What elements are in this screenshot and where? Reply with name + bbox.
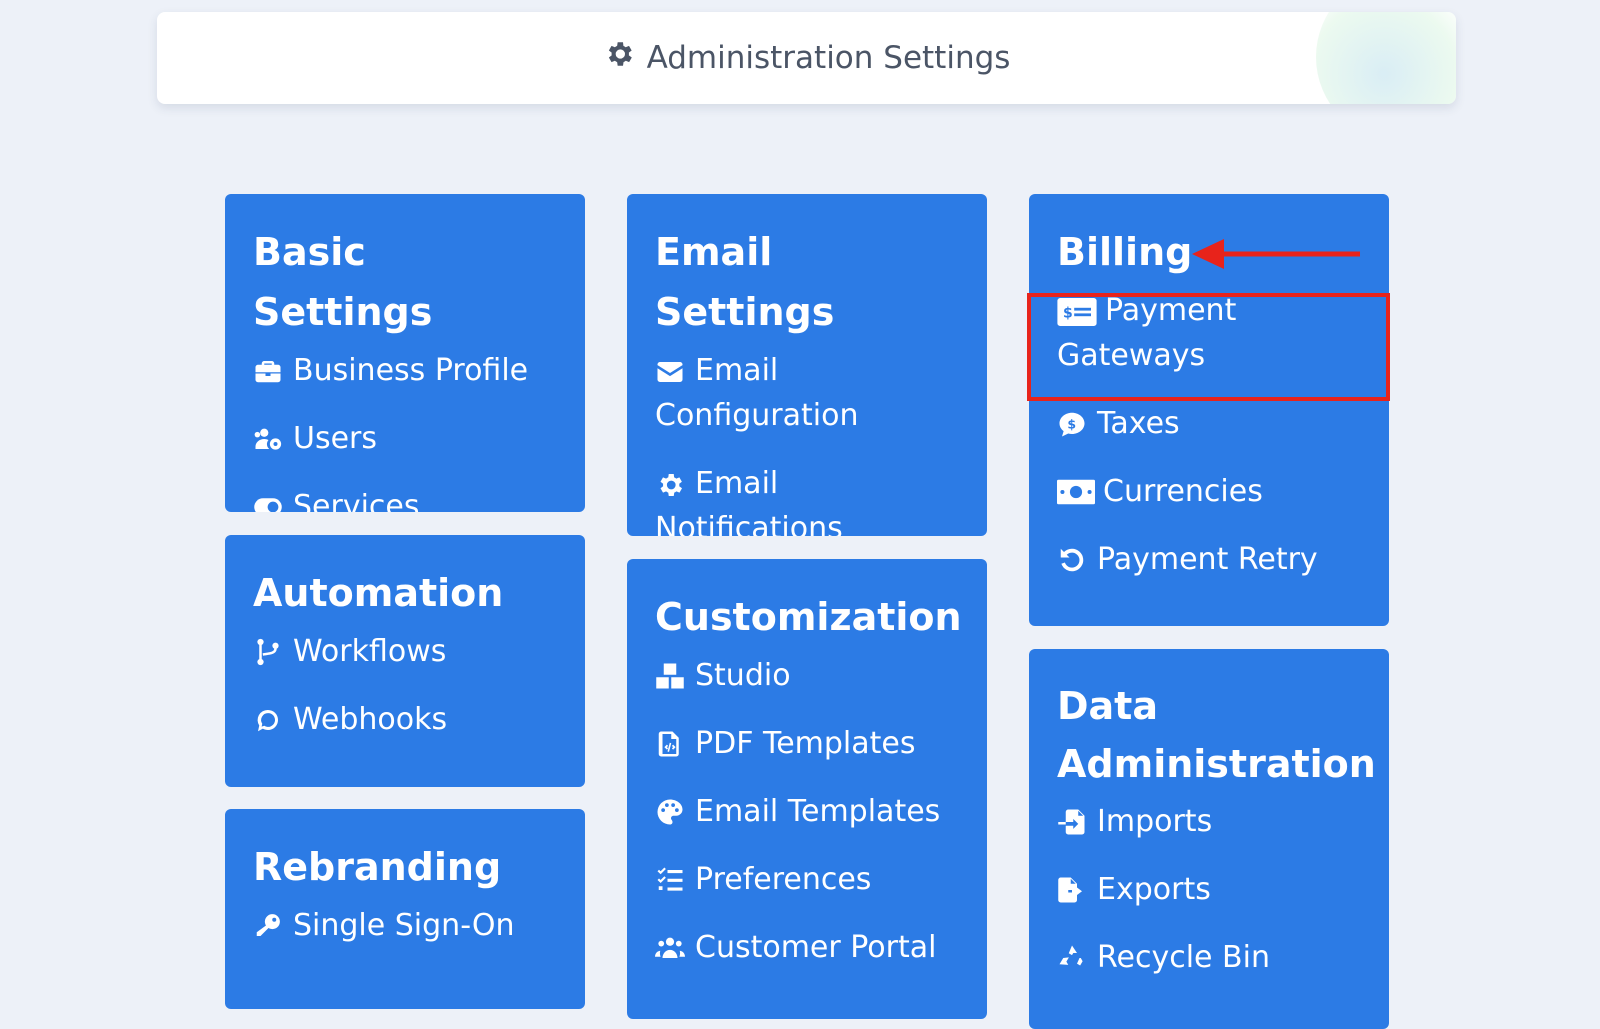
item-label: Recycle Bin (1097, 940, 1270, 975)
item-label: Webhooks (293, 702, 448, 737)
red-arrow-icon (1192, 239, 1360, 269)
svg-text:$: $ (1063, 305, 1073, 321)
email-notifications-link[interactable]: Email Notifications (655, 461, 959, 536)
envelope-icon (655, 357, 689, 387)
money-check-icon: $ (1057, 297, 1097, 326)
boxes-icon (655, 653, 689, 698)
card-title: Rebranding (253, 845, 502, 889)
users-link[interactable]: Users (253, 416, 557, 461)
card-title: Basic Settings (253, 230, 433, 334)
item-label: Users (293, 421, 378, 456)
palette-icon (655, 789, 689, 834)
item-label: Currencies (1103, 474, 1263, 509)
money-bill-icon (1057, 469, 1097, 514)
item-label: Email Templates (695, 794, 941, 829)
workflows-link[interactable]: Workflows (253, 629, 557, 674)
business-profile-link[interactable]: Business Profile (253, 348, 557, 393)
toggle-icon (253, 484, 287, 512)
item-label: Services (293, 489, 420, 512)
item-label: Studio (695, 658, 791, 693)
email-templates-link[interactable]: Email Templates (655, 789, 959, 834)
gear-icon (655, 470, 689, 500)
item-label: Preferences (695, 862, 872, 897)
item-label: Imports (1097, 804, 1213, 839)
key-icon (253, 903, 287, 948)
taxes-link[interactable]: $ Taxes (1057, 401, 1361, 446)
item-label: Business Profile (293, 353, 529, 388)
item-label: Payment Retry (1097, 542, 1318, 577)
item-label: Single Sign-On (293, 908, 515, 943)
services-link[interactable]: Services (253, 484, 557, 512)
page-title: Administration Settings (646, 40, 1011, 76)
exports-link[interactable]: Exports (1057, 867, 1361, 912)
file-import-icon (1057, 799, 1091, 844)
webhooks-link[interactable]: Webhooks (253, 697, 557, 742)
item-label: PDF Templates (695, 726, 916, 761)
item-label: Taxes (1097, 406, 1180, 441)
checklist-icon (655, 857, 689, 902)
single-sign-on-link[interactable]: Single Sign-On (253, 903, 557, 948)
studio-link[interactable]: Studio (655, 653, 959, 698)
card-title: Data Administration (1057, 684, 1376, 786)
svg-text:$: $ (1067, 416, 1076, 431)
basic-settings-card: Basic Settings Business Profile Users Se… (225, 194, 585, 512)
item-label: $ Payment Gateways (1057, 288, 1361, 378)
currencies-link[interactable]: Currencies (1057, 469, 1361, 514)
briefcase-icon (253, 348, 287, 393)
card-title: Email Settings (655, 230, 835, 334)
page-header: Administration Settings (157, 12, 1456, 104)
item-label: Exports (1097, 872, 1211, 907)
users-icon (655, 925, 689, 970)
recycle-icon (1057, 935, 1091, 980)
webhook-icon (253, 697, 287, 742)
customer-portal-link[interactable]: Customer Portal (655, 925, 959, 970)
email-configuration-link[interactable]: Email Configuration (655, 348, 959, 438)
item-label: Email Notifications (655, 461, 959, 536)
card-title: Customization (655, 595, 962, 639)
item-label: Email Configuration (655, 348, 959, 438)
payment-retry-link[interactable]: Payment Retry (1057, 537, 1361, 582)
imports-link[interactable]: Imports (1057, 799, 1361, 844)
rebranding-card: Rebranding Single Sign-On (225, 809, 585, 1009)
retry-icon (1057, 537, 1091, 582)
gear-icon (603, 38, 635, 78)
recycle-bin-link[interactable]: Recycle Bin (1057, 935, 1361, 980)
customization-card: Customization Studio PDF Templates Email… (627, 559, 987, 1019)
file-export-icon (1057, 867, 1091, 912)
data-administration-card: Data Administration Imports Exports Recy… (1029, 649, 1389, 1029)
file-code-icon (655, 721, 689, 766)
pdf-templates-link[interactable]: PDF Templates (655, 721, 959, 766)
branch-icon (253, 629, 287, 674)
item-label: Workflows (293, 634, 447, 669)
users-cog-icon (253, 416, 287, 461)
preferences-link[interactable]: Preferences (655, 857, 959, 902)
automation-card: Automation Workflows Webhooks (225, 535, 585, 787)
dollar-bubble-icon: $ (1057, 401, 1091, 446)
card-title: Automation (253, 571, 504, 615)
email-settings-card: Email Settings Email Configuration Email… (627, 194, 987, 536)
payment-gateways-link[interactable]: $ Payment Gateways (1057, 288, 1361, 378)
item-label: Customer Portal (695, 930, 937, 965)
